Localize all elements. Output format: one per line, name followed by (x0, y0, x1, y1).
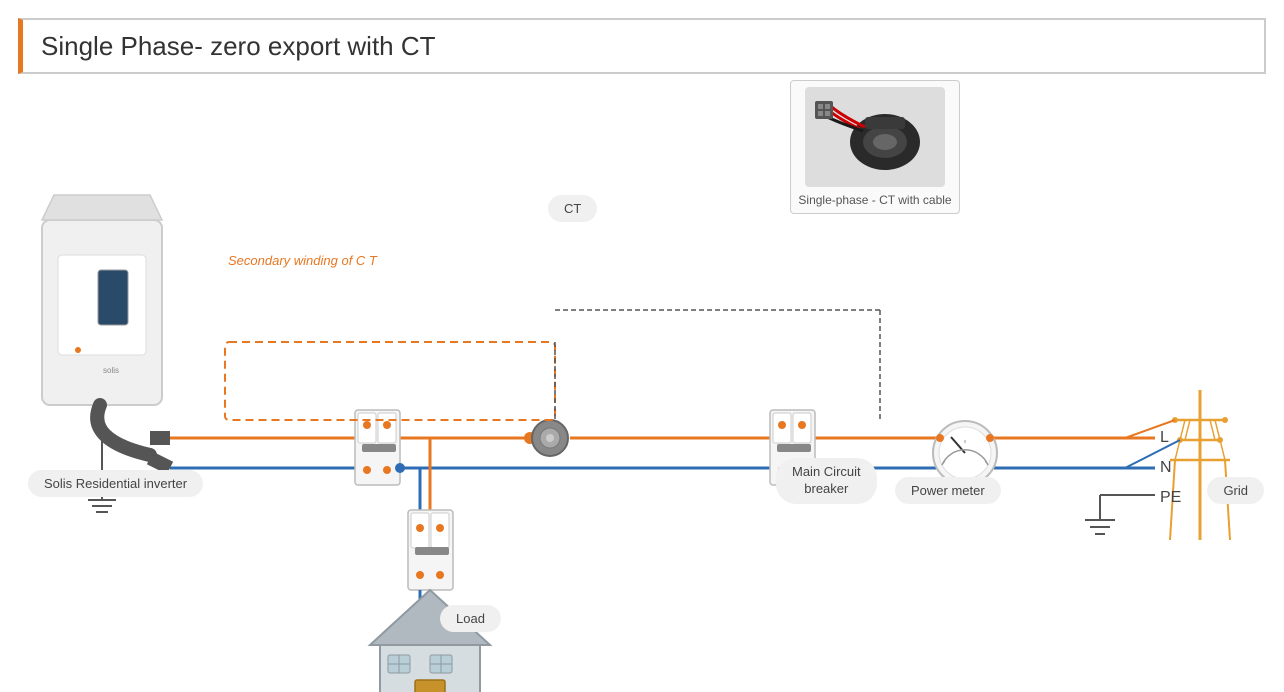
page-container: Single Phase- zero export with CT (0, 0, 1284, 692)
ct-label: CT (548, 195, 597, 222)
svg-text:PE: PE (1160, 489, 1181, 506)
main-circuit-breaker-label: Main Circuit breaker (776, 458, 877, 504)
svg-text:solis: solis (103, 366, 119, 375)
solis-inverter-label: Solis Residential inverter (28, 470, 203, 497)
grid-label: Grid (1207, 477, 1264, 504)
page-title: Single Phase- zero export with CT (41, 31, 436, 62)
title-bar: Single Phase- zero export with CT (18, 18, 1266, 74)
power-meter-label: Power meter (895, 477, 1001, 504)
load-label: Load (440, 605, 501, 632)
svg-text:N: N (1160, 459, 1172, 476)
svg-text:L: L (1160, 429, 1169, 446)
wiring-diagram: solis (0, 80, 1284, 692)
secondary-winding-label: Secondary winding of C T (228, 253, 377, 268)
